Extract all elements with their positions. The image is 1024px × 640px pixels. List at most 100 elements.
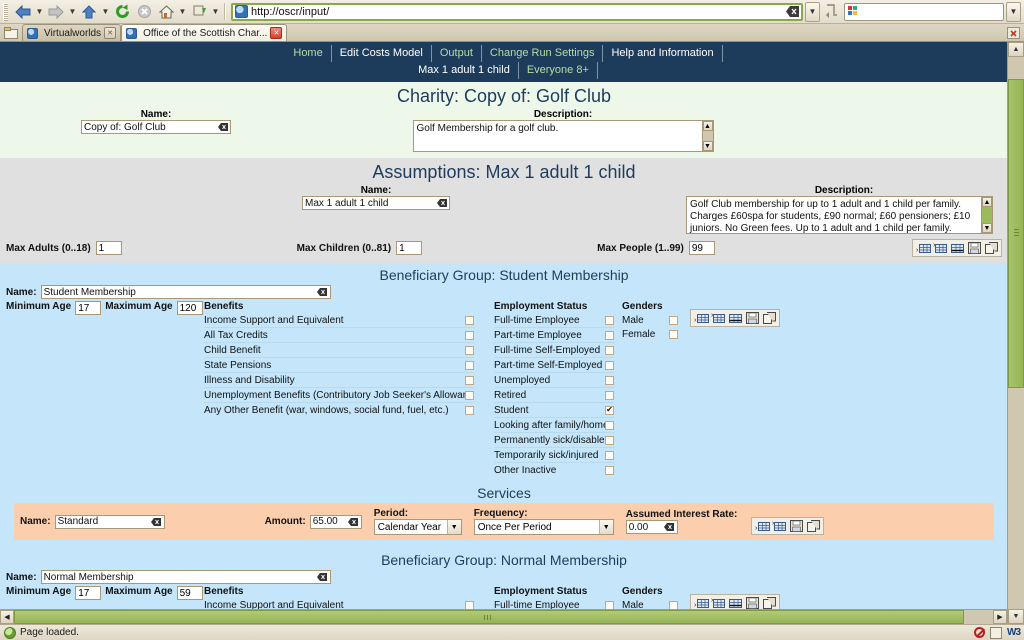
back-history-caret[interactable]: ▼	[34, 2, 45, 22]
nav-item-home[interactable]: Home	[285, 45, 331, 62]
employment-row[interactable]: Looking after family/home	[494, 418, 614, 433]
charity-description-scrollbar[interactable]: ▲ ▼	[703, 120, 714, 152]
w3-validator-icon[interactable]: W3	[1007, 627, 1020, 638]
tab-office-of-the-scottish-charity[interactable]: Office of the Scottish Char... ✕	[121, 24, 287, 41]
min-age-input[interactable]: 17	[75, 301, 101, 315]
employment-row[interactable]: Permanently sick/disabled	[494, 433, 614, 448]
benefit-row[interactable]: Income Support and Equivalent	[204, 313, 474, 328]
delete-row-icon[interactable]	[949, 241, 965, 255]
clear-field-icon[interactable]	[151, 517, 162, 527]
employment-checkbox[interactable]: ✔	[605, 406, 614, 415]
employment-checkbox[interactable]	[605, 451, 614, 460]
benefit-row[interactable]: Child Benefit	[204, 343, 474, 358]
downloads-button[interactable]	[188, 2, 210, 22]
nav-item-max-1-adult-1-child[interactable]: Max 1 adult 1 child	[410, 62, 519, 79]
forward-button[interactable]	[45, 2, 67, 22]
vertical-scroll-thumb[interactable]	[1008, 79, 1024, 388]
scroll-right-icon[interactable]: ▶	[993, 610, 1007, 624]
charity-name-input[interactable]: Copy of: Golf Club	[81, 120, 231, 134]
gender-row[interactable]: Male	[622, 313, 678, 327]
home-button[interactable]	[155, 2, 177, 22]
employment-row[interactable]: Part-time Employee	[494, 328, 614, 343]
clear-address-icon[interactable]	[785, 5, 799, 19]
benefit-row[interactable]: Any Other Benefit (war, windows, social …	[204, 403, 474, 417]
insert-row-before-icon[interactable]: ›	[693, 311, 709, 325]
address-dropdown-button[interactable]: ▼	[805, 2, 820, 22]
copy-icon[interactable]	[761, 596, 777, 609]
charity-description-input[interactable]: Golf Membership for a golf club.	[413, 120, 703, 152]
employment-row[interactable]: Full-time Employee	[494, 598, 614, 609]
benefit-row[interactable]: All Tax Credits	[204, 328, 474, 343]
save-icon[interactable]	[788, 519, 804, 533]
employment-row[interactable]: Temporarily sick/injured	[494, 448, 614, 463]
horizontal-scroll-track[interactable]	[14, 610, 993, 624]
save-icon[interactable]	[744, 311, 760, 325]
employment-checkbox[interactable]	[605, 391, 614, 400]
employment-row[interactable]: Retired	[494, 388, 614, 403]
employment-checkbox[interactable]	[605, 601, 614, 610]
service-name-input[interactable]: Standard	[55, 515, 165, 529]
employment-checkbox[interactable]	[605, 331, 614, 340]
up-button[interactable]	[78, 2, 100, 22]
service-amount-input[interactable]: 65.00	[310, 515, 362, 529]
chevron-down-icon[interactable]: ▼	[447, 520, 461, 534]
benefit-checkbox[interactable]	[465, 391, 474, 400]
benefit-row[interactable]: Unemployment Benefits (Contributory Job …	[204, 388, 474, 403]
employment-row[interactable]: Other Inactive	[494, 463, 614, 477]
benefit-checkbox[interactable]	[465, 376, 474, 385]
vertical-scrollbar[interactable]: ▲ ▼	[1007, 42, 1024, 624]
service-period-select[interactable]: Calendar Year ▼	[374, 519, 462, 535]
service-interest-input[interactable]: 0.00	[626, 520, 678, 534]
insert-row-after-icon[interactable]: ›	[771, 519, 787, 533]
nav-item-edit-costs-model[interactable]: Edit Costs Model	[332, 45, 432, 62]
reload-button[interactable]	[111, 2, 133, 22]
assumptions-description-scrollbar[interactable]: ▲ ▼	[982, 196, 993, 234]
scroll-track[interactable]	[703, 131, 713, 141]
max-age-input[interactable]: 59	[177, 586, 203, 600]
chevron-down-icon[interactable]: ▼	[599, 520, 613, 534]
group-name-input[interactable]: Normal Membership	[41, 570, 331, 584]
horizontal-scroll-thumb[interactable]	[14, 610, 964, 624]
copy-icon[interactable]	[805, 519, 821, 533]
nav-item-output[interactable]: Output	[432, 45, 482, 62]
max-adults-input[interactable]: 1	[96, 241, 122, 255]
delete-row-icon[interactable]	[727, 596, 743, 609]
scroll-up-icon[interactable]: ▲	[703, 121, 713, 131]
employment-checkbox[interactable]	[605, 466, 614, 475]
scroll-left-icon[interactable]: ◀	[0, 610, 14, 624]
employment-checkbox[interactable]	[605, 376, 614, 385]
insert-row-after-icon[interactable]: ›	[710, 311, 726, 325]
gender-row[interactable]: Female	[622, 327, 678, 341]
address-bar[interactable]: http://oscr/input/	[231, 3, 803, 21]
max-people-input[interactable]: 99	[689, 241, 715, 255]
address-bar-text[interactable]: http://oscr/input/	[251, 5, 785, 19]
nav-item-change-run-settings[interactable]: Change Run Settings	[482, 45, 604, 62]
clear-field-icon[interactable]	[436, 198, 447, 208]
up-history-caret[interactable]: ▼	[100, 2, 111, 22]
vertical-scroll-track[interactable]	[1008, 57, 1024, 609]
assumptions-description-input[interactable]: Golf Club membership for up to 1 adult a…	[686, 196, 982, 234]
employment-row[interactable]: Part-time Self-Employed	[494, 358, 614, 373]
nav-item-help-and-information[interactable]: Help and Information	[603, 45, 722, 62]
min-age-input[interactable]: 17	[75, 586, 101, 600]
benefit-row[interactable]: State Pensions	[204, 358, 474, 373]
scroll-down-icon[interactable]: ▼	[982, 223, 992, 233]
security-indicator-icon[interactable]	[990, 627, 1002, 639]
benefit-row[interactable]: Illness and Disability	[204, 373, 474, 388]
scroll-track[interactable]	[982, 207, 992, 223]
insert-row-after-icon[interactable]: ›	[932, 241, 948, 255]
group-name-input[interactable]: Student Membership	[41, 285, 331, 299]
service-frequency-select[interactable]: Once Per Period ▼	[474, 519, 614, 535]
forward-history-caret[interactable]: ▼	[67, 2, 78, 22]
tab-close-icon[interactable]: ✕	[270, 27, 282, 39]
employment-checkbox[interactable]	[605, 436, 614, 445]
benefit-checkbox[interactable]	[465, 316, 474, 325]
employment-row[interactable]: Full-time Self-Employed	[494, 343, 614, 358]
employment-checkbox[interactable]	[605, 316, 614, 325]
delete-row-icon[interactable]	[727, 311, 743, 325]
stop-button[interactable]	[133, 2, 155, 22]
clear-field-icon[interactable]	[317, 572, 328, 582]
employment-row[interactable]: Full-time Employee	[494, 313, 614, 328]
assumptions-name-input[interactable]: Max 1 adult 1 child	[302, 196, 450, 210]
go-button[interactable]	[823, 3, 841, 21]
